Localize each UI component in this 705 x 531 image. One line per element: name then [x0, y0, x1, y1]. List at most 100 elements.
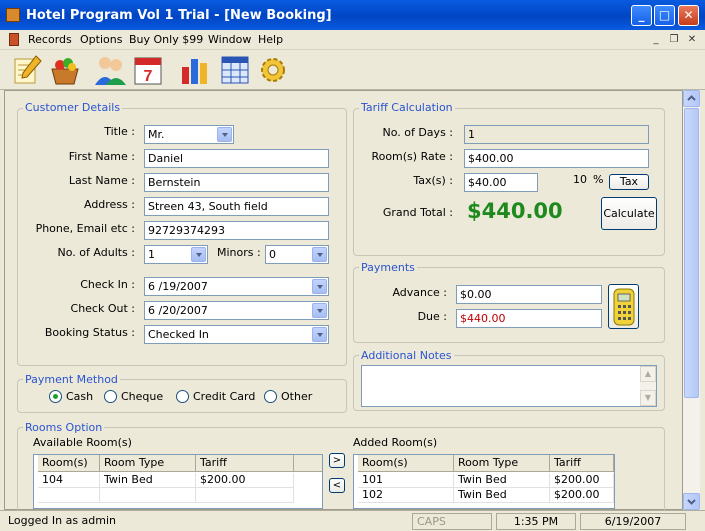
chevron-down-icon[interactable]: [312, 247, 327, 262]
status-bar: Logged In as admin CAPS 1:35 PM 6/19/200…: [0, 510, 705, 531]
tax-button[interactable]: Tax: [609, 174, 649, 190]
table-cell[interactable]: $200.00: [196, 473, 294, 488]
scroll-thumb[interactable]: [684, 108, 699, 398]
calculator-icon: [613, 288, 634, 326]
credit-card-label[interactable]: Credit Card: [193, 390, 255, 403]
checkout-date-picker[interactable]: 6 /20/2007: [144, 301, 329, 320]
notes-textarea[interactable]: [361, 365, 657, 407]
table-cell-empty: [38, 488, 100, 503]
app-icon: [6, 8, 20, 22]
chevron-down-icon[interactable]: [191, 247, 206, 262]
phone-label: Phone, Email etc :: [35, 222, 135, 235]
minors-select[interactable]: 0: [265, 245, 329, 264]
mdi-minimize-icon[interactable]: _: [648, 33, 664, 47]
chevron-down-icon[interactable]: [312, 327, 327, 342]
status-time: 1:35 PM: [496, 513, 576, 530]
scroll-down-icon[interactable]: ▼: [640, 390, 656, 406]
calculator-button[interactable]: [608, 284, 639, 329]
booking-status-select[interactable]: Checked In: [144, 325, 329, 344]
chart-icon[interactable]: [178, 53, 212, 87]
calculate-button[interactable]: Calculate: [601, 197, 657, 230]
booking-status-label: Booking Status :: [44, 326, 135, 339]
table-icon[interactable]: [218, 53, 252, 87]
menu-help[interactable]: Help: [258, 33, 283, 46]
cheque-radio[interactable]: [104, 390, 117, 403]
chevron-down-icon[interactable]: [312, 303, 327, 318]
first-name-label: First Name :: [68, 150, 135, 163]
title-select[interactable]: Mr.: [144, 125, 234, 144]
column-header[interactable]: Room Type: [454, 455, 550, 472]
toolbar: 7: [0, 50, 705, 90]
advance-input[interactable]: $0.00: [456, 285, 602, 304]
table-cell[interactable]: Twin Bed: [100, 473, 196, 488]
table-cell-empty: [100, 488, 196, 503]
move-left-button[interactable]: <: [329, 478, 345, 493]
adults-select[interactable]: 1: [144, 245, 208, 264]
scroll-up-button[interactable]: [683, 90, 700, 107]
credit-card-radio[interactable]: [176, 390, 189, 403]
maximize-button[interactable]: □: [654, 5, 675, 26]
cash-radio[interactable]: [49, 390, 62, 403]
grand-total-value: $440.00: [467, 199, 563, 223]
close-button[interactable]: ✕: [678, 5, 699, 26]
last-name-label: Last Name :: [68, 174, 135, 187]
other-label[interactable]: Other: [281, 390, 312, 403]
added-rooms-grid[interactable]: Room(s) Room Type Tariff 101 Twin Bed $2…: [353, 454, 615, 509]
users-icon[interactable]: [93, 53, 127, 87]
table-cell[interactable]: $200.00: [550, 488, 614, 503]
table-cell[interactable]: 102: [358, 488, 454, 503]
tariff-legend: Tariff Calculation: [359, 101, 455, 114]
column-header[interactable]: Room(s): [38, 455, 100, 472]
notes-scrollbar[interactable]: ▲ ▼: [640, 366, 656, 406]
address-input[interactable]: Streen 43, South field: [144, 197, 329, 216]
scroll-down-button[interactable]: [683, 493, 700, 510]
menu-buy[interactable]: Buy Only $99: [129, 33, 203, 46]
rate-label: Room(s) Rate :: [371, 150, 453, 163]
menu-options[interactable]: Options: [80, 33, 122, 46]
cash-label[interactable]: Cash: [66, 390, 93, 403]
minors-label: Minors :: [217, 246, 261, 259]
mdi-restore-icon[interactable]: ❐: [666, 33, 682, 47]
title-label: Title :: [104, 125, 135, 138]
rate-input[interactable]: $400.00: [464, 149, 649, 168]
cheque-label[interactable]: Cheque: [121, 390, 163, 403]
minimize-button[interactable]: _: [631, 5, 652, 26]
column-header[interactable]: Tariff: [196, 455, 294, 472]
last-name-input[interactable]: Bernstein: [144, 173, 329, 192]
scroll-up-icon[interactable]: ▲: [640, 366, 656, 382]
tax-input[interactable]: $40.00: [464, 173, 538, 192]
move-right-button[interactable]: >: [329, 453, 345, 468]
due-label: Due :: [417, 310, 447, 323]
column-header[interactable]: Room(s): [358, 455, 454, 472]
table-cell[interactable]: 101: [358, 473, 454, 488]
gear-icon[interactable]: [256, 53, 290, 87]
first-name-input[interactable]: Daniel: [144, 149, 329, 168]
chevron-down-icon[interactable]: [217, 127, 232, 142]
available-rooms-grid[interactable]: Room(s) Room Type Tariff 104 Twin Bed $2…: [33, 454, 323, 509]
main-scrollbar[interactable]: [683, 90, 700, 510]
table-cell[interactable]: 104: [38, 473, 100, 488]
phone-input[interactable]: 92729374293: [144, 221, 329, 240]
status-date: 6/19/2007: [580, 513, 686, 530]
menu-window[interactable]: Window: [208, 33, 251, 46]
table-cell[interactable]: Twin Bed: [454, 473, 550, 488]
checkin-label: Check In :: [80, 278, 135, 291]
mdi-close-icon[interactable]: ✕: [684, 33, 700, 47]
table-cell[interactable]: Twin Bed: [454, 488, 550, 503]
chevron-down-icon: [687, 499, 696, 505]
edit-icon[interactable]: [10, 53, 44, 87]
column-header[interactable]: Tariff: [550, 455, 614, 472]
column-header[interactable]: Room Type: [100, 455, 196, 472]
calendar-icon[interactable]: 7: [131, 53, 165, 87]
other-radio[interactable]: [264, 390, 277, 403]
checkout-label: Check Out :: [70, 302, 135, 315]
percent-sign: %: [593, 173, 604, 186]
added-rooms-label: Added Room(s): [353, 436, 438, 449]
checkin-date-picker[interactable]: 6 /19/2007: [144, 277, 329, 296]
table-cell[interactable]: $200.00: [550, 473, 614, 488]
menu-records[interactable]: Records: [28, 33, 72, 46]
chevron-down-icon[interactable]: [312, 279, 327, 294]
days-field: 1: [464, 125, 649, 144]
menu-bar: Records Options Buy Only $99 Window Help…: [0, 30, 705, 50]
fruit-basket-icon[interactable]: [48, 53, 82, 87]
